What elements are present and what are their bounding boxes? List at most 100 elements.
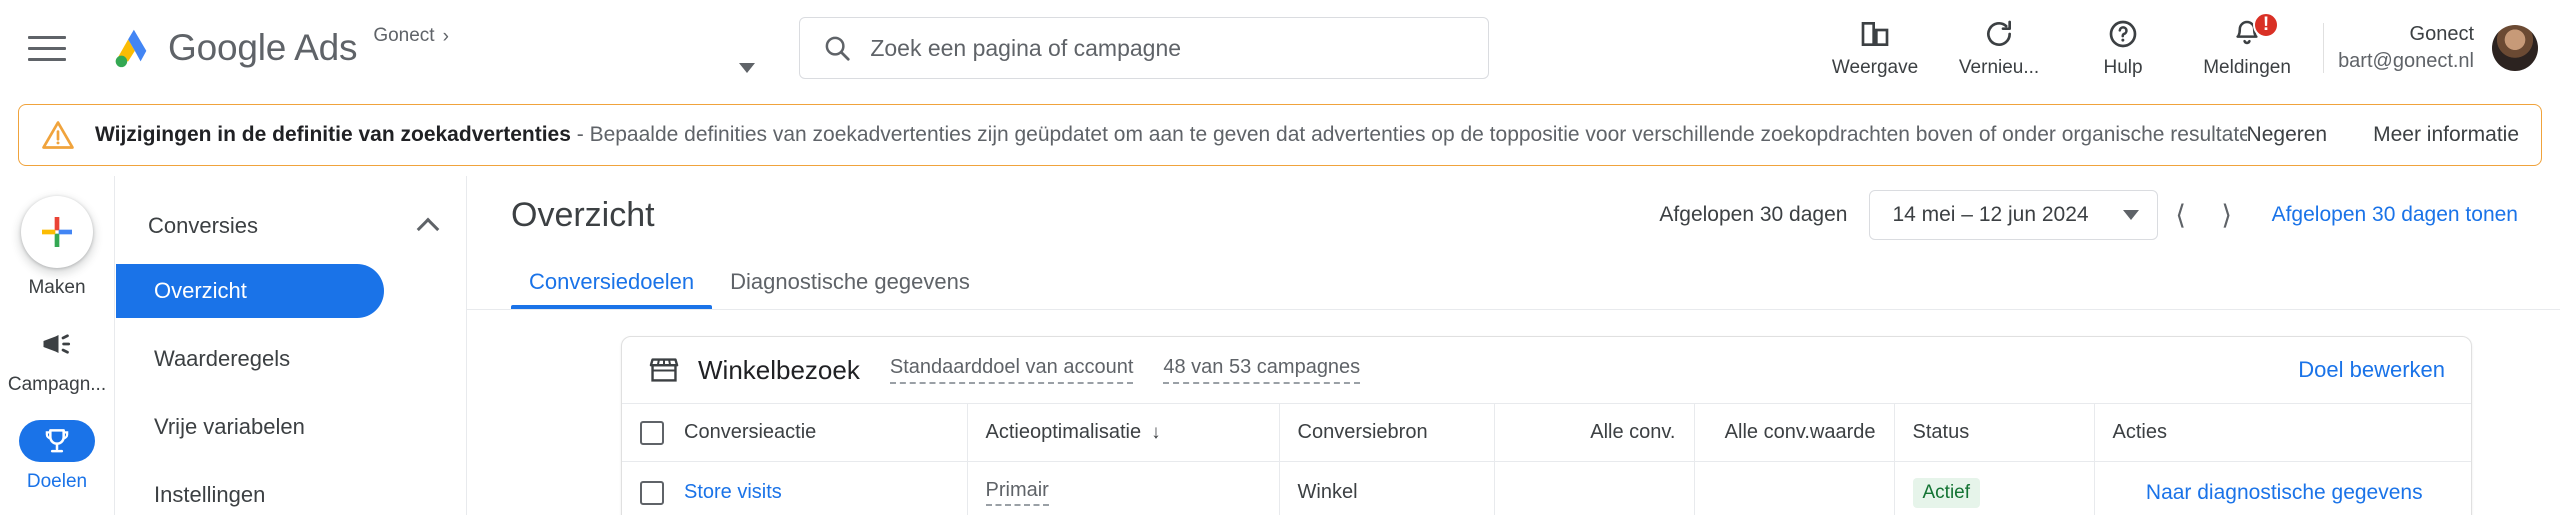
- card-subtitle-campaign-count[interactable]: 48 van 53 campagnes: [1163, 356, 1361, 384]
- trophy-icon: [45, 429, 69, 453]
- help-circle-icon: [2107, 17, 2139, 51]
- sort-descending-icon: ↓: [1151, 422, 1161, 443]
- card-title: Winkelbezoek: [698, 354, 860, 385]
- rail-label: Campagn...: [7, 374, 107, 395]
- warning-triangle-icon: [42, 121, 74, 149]
- show-range-link[interactable]: Afgelopen 30 dagen tonen: [2272, 203, 2518, 227]
- tab-diagnostische-gegevens[interactable]: Diagnostische gegevens: [712, 269, 988, 309]
- toolbar-item-meldingen[interactable]: ! Meldingen: [2185, 0, 2309, 96]
- column-label: Acties: [2112, 421, 2167, 443]
- table-row[interactable]: Store visits Primair Winkel Actief Naar …: [622, 461, 2471, 515]
- cell-actieoptimalisatie: Primair: [966, 461, 1279, 515]
- toolbar-label: Vernieu...: [1958, 57, 2040, 78]
- page-title: Overzicht: [511, 195, 655, 234]
- avatar[interactable]: [2492, 25, 2538, 71]
- account-menu[interactable]: Gonect bart@gonect.nl: [2338, 23, 2560, 73]
- toolbar-label: Weergave: [1831, 57, 1919, 78]
- toolbar-item-weergave[interactable]: Weergave: [1813, 0, 1937, 96]
- tab-conversiedoelen[interactable]: Conversiedoelen: [511, 269, 713, 309]
- sidebar-item-label: Waarderegels: [154, 346, 291, 371]
- rail-label: Doelen: [26, 471, 88, 492]
- table-header-row: Conversieactie Actieoptimalisatie ↓ Conve…: [622, 403, 2471, 462]
- card-header: Winkelbezoek Standaarddoel van account 4…: [622, 337, 2471, 403]
- top-actions: Weergave Vernieu... Hulp ! Meldingen Gon…: [1813, 0, 2560, 96]
- sidebar-item-overzicht[interactable]: Overzicht: [116, 264, 384, 318]
- notice-actions: Negeren Meer informatie: [2247, 123, 2519, 147]
- divider: [2323, 23, 2325, 73]
- top-bar: Google Ads Gonect › Zoek een pagina of c…: [0, 0, 2560, 96]
- refresh-icon: [1983, 17, 2015, 51]
- sidebar-item-instellingen[interactable]: Instellingen: [116, 468, 384, 515]
- column-header-status[interactable]: Status: [1893, 403, 2094, 462]
- hamburger-bar: [28, 57, 66, 61]
- section-nav-title: Conversies: [148, 213, 259, 238]
- cell-alle-conv-waarde: [1693, 461, 1894, 515]
- dismiss-button[interactable]: Negeren: [2247, 123, 2328, 147]
- conversion-goal-card: Winkelbezoek Standaarddoel van account 4…: [621, 336, 2472, 515]
- table-body: Store visits Primair Winkel Actief Naar …: [622, 461, 2471, 515]
- plus-icon: [42, 217, 72, 247]
- toolbar-label: Hulp: [2103, 57, 2143, 78]
- table-header: Conversieactie Actieoptimalisatie ↓ Conve…: [622, 403, 2471, 462]
- rail-item-maken[interactable]: Maken: [0, 196, 114, 299]
- hamburger-bar: [28, 35, 66, 39]
- column-label: Alle conv.: [1590, 421, 1676, 443]
- column-label: Alle conv.waarde: [1724, 421, 1876, 443]
- column-header-actieoptimalisatie[interactable]: Actieoptimalisatie ↓: [966, 403, 1279, 462]
- tab-label: Conversiedoelen: [529, 269, 695, 294]
- search-input[interactable]: Zoek een pagina of campagne: [870, 35, 1181, 62]
- select-all-checkbox[interactable]: [640, 420, 664, 445]
- account-selector-name: Gonect: [373, 25, 435, 46]
- rail-selected-pill: [19, 420, 95, 462]
- card-area: Winkelbezoek Standaarddoel van account 4…: [467, 310, 2560, 515]
- rail-item-campagnes[interactable]: Campagn...: [0, 323, 114, 396]
- layout-view-icon: [1859, 17, 1891, 51]
- optimization-value[interactable]: Primair: [985, 479, 1049, 507]
- conversion-action-link[interactable]: Store visits: [684, 481, 782, 504]
- brand-title: Google Ads: [168, 27, 358, 68]
- column-header-conversiebron[interactable]: Conversiebron: [1278, 403, 1494, 462]
- go-to-diagnostics-link[interactable]: Naar diagnostische gegevens: [2113, 480, 2457, 506]
- section-nav: Conversies Overzicht Waarderegels Vrije …: [116, 176, 466, 515]
- next-period-button[interactable]: ⟩: [2204, 192, 2250, 238]
- main-content: Overzicht Afgelopen 30 dagen 14 mei – 12…: [466, 176, 2560, 515]
- cell-acties: Naar diagnostische gegevens: [2093, 461, 2471, 515]
- tab-label: Diagnostische gegevens: [730, 269, 970, 294]
- cell-status: Actief: [1893, 461, 2094, 515]
- sidebar-item-waarderegels[interactable]: Waarderegels: [116, 332, 384, 386]
- notification-badge: !: [2253, 12, 2280, 38]
- chevron-up-icon[interactable]: [416, 217, 440, 240]
- edit-goal-link[interactable]: Doel bewerken: [2298, 357, 2445, 383]
- brand[interactable]: Google Ads: [108, 25, 358, 71]
- row-checkbox[interactable]: [640, 480, 664, 505]
- search-icon: [825, 36, 850, 61]
- column-label: Conversieactie: [684, 421, 817, 443]
- sidebar-item-label: Overzicht: [154, 278, 247, 303]
- prev-period-button[interactable]: ⟨: [2158, 192, 2204, 238]
- toolbar-item-hulp[interactable]: Hulp: [2061, 0, 2185, 96]
- account-name: Gonect: [2409, 23, 2474, 45]
- date-range-picker[interactable]: 14 mei – 12 jun 2024: [1869, 190, 2158, 240]
- chevron-down-icon[interactable]: [739, 63, 756, 73]
- more-info-link[interactable]: Meer informatie: [2373, 123, 2519, 147]
- column-header-alle-conv[interactable]: Alle conv.: [1493, 403, 1694, 462]
- column-label: Status: [1912, 421, 1970, 443]
- rail-item-doelen[interactable]: Doelen: [0, 420, 114, 493]
- column-header-conversieactie[interactable]: Conversieactie: [622, 403, 967, 462]
- search-box[interactable]: Zoek een pagina of campagne: [799, 17, 1490, 79]
- toolbar-item-vernieuwen[interactable]: Vernieu...: [1937, 0, 2061, 96]
- column-header-acties[interactable]: Acties: [2093, 403, 2471, 462]
- storefront-icon: [649, 358, 679, 382]
- left-rail: Maken Campagn... Doelen: [0, 176, 115, 515]
- column-header-alle-conv-waarde[interactable]: Alle conv.waarde: [1693, 403, 1894, 462]
- hamburger-menu-icon[interactable]: [28, 30, 74, 66]
- chevron-down-icon: [2122, 210, 2139, 220]
- sidebar-item-vrije-variabelen[interactable]: Vrije variabelen: [116, 400, 384, 454]
- cell-conversieactie: Store visits: [622, 461, 967, 515]
- section-nav-header[interactable]: Conversies: [116, 202, 466, 250]
- account-selector[interactable]: Gonect ›: [373, 17, 773, 79]
- create-fab[interactable]: [21, 196, 93, 268]
- card-subtitle-default-goal[interactable]: Standaarddoel van account: [889, 356, 1134, 384]
- account-info: Gonect bart@gonect.nl: [2338, 23, 2474, 73]
- status-badge: Actief: [1912, 477, 1981, 508]
